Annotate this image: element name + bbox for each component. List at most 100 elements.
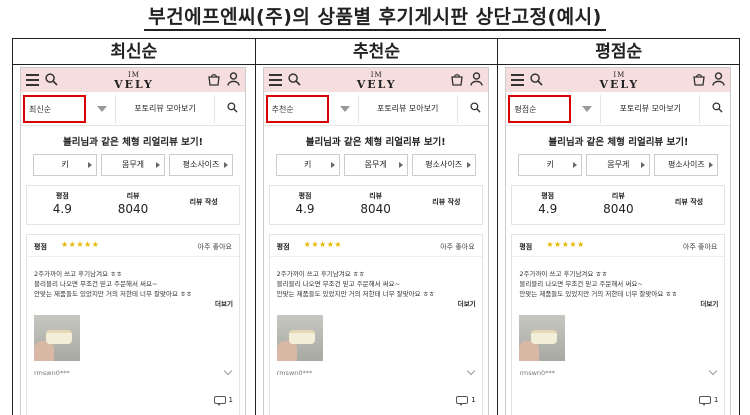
chevron-down-icon[interactable]	[223, 366, 233, 376]
photo-review-button[interactable]: 포토리뷰 모아보기	[115, 95, 215, 123]
write-review-button[interactable]: 리뷰 작성	[411, 186, 482, 224]
comment-count[interactable]: 1	[456, 396, 476, 406]
review-card: 평점 ★★★★★ 아주 좋아요 2주가까이 쓰고 후기남겨요 ㅎㅎ 블리블리 나…	[511, 234, 726, 415]
comparison-table: 최신순 IM VELY 최신순 포토리뷰 모아보기 블리님과 같은 체형 리얼리뷰…	[12, 38, 741, 415]
rating-text: 아주 좋아요	[197, 243, 232, 251]
review-stats: 평점 4.9 리뷰 8040 리뷰 작성	[268, 185, 483, 225]
review-card: 평점 ★★★★★ 아주 좋아요 2주가까이 쓰고 후기남겨요 ㅎㅎ 블리블리 나…	[26, 234, 240, 415]
comment-icon	[456, 396, 469, 406]
chip-weight[interactable]: 몸무게	[586, 154, 651, 176]
search-icon[interactable]	[470, 102, 481, 113]
comment-icon	[698, 396, 711, 406]
review-header: 평점 ★★★★★ 아주 좋아요	[512, 235, 725, 257]
review-count-value: 8040	[117, 202, 149, 216]
filter-bar: 평점순 포토리뷰 모아보기	[506, 92, 731, 126]
search-icon[interactable]	[227, 102, 238, 113]
review-line: 블리블리 나오면 무조건 믿고 주문해서 써요~	[519, 280, 643, 288]
body-filter-chips: 키 몸무게 평소사이즈	[264, 154, 488, 176]
review-stats: 평점 4.9 리뷰 8040 리뷰 작성	[511, 185, 726, 225]
review-photo[interactable]	[519, 315, 566, 361]
chip-usual-size[interactable]: 평소사이즈	[654, 154, 719, 176]
star-rating: ★★★★★	[61, 240, 100, 249]
mobile-screen: IM VELY 추천순 포토리뷰 모아보기 블리님과 같은 체형 리얼리뷰 보기!…	[262, 67, 489, 415]
chip-usual-size[interactable]: 평소사이즈	[169, 154, 233, 176]
user-icon[interactable]	[469, 72, 483, 86]
search-icon[interactable]	[712, 102, 723, 113]
review-count-stat: 리뷰 8040	[340, 186, 411, 224]
column-recommended: 추천순 IM VELY 추천순 포토리뷰 모아보기 블리님과 같은 체형 리얼리뷰…	[255, 39, 499, 415]
chevron-down-icon[interactable]	[709, 366, 718, 376]
review-count-value: 8040	[360, 202, 391, 216]
review-rating-label: 평점	[34, 243, 47, 251]
more-link[interactable]: 더보기	[458, 298, 476, 308]
column-header: 최신순	[13, 39, 255, 65]
top-bar: IM VELY	[506, 68, 731, 92]
rating-stat: 평점 4.9	[270, 186, 341, 224]
photo-review-button[interactable]: 포토리뷰 모아보기	[357, 95, 458, 123]
review-count-value: 8040	[603, 202, 634, 216]
shopping-bag-icon[interactable]	[207, 73, 221, 86]
review-line: 2주가까이 쓰고 후기남겨요 ㅎㅎ	[519, 270, 608, 278]
section-title: 블리님과 같은 체형 리얼리뷰 보기!	[305, 137, 446, 148]
review-line: 2주가까이 쓰고 후기남겨요 ㅎㅎ	[276, 270, 365, 278]
review-line: 안맞는 제품들도 있었지만 거의 저한테 너무 잘맞아요 ㅎㅎ	[34, 290, 192, 298]
comment-count[interactable]: 1	[213, 396, 233, 406]
column-rating: 평점순 IM VELY 평점순 포토리뷰 모아보기 블리님과 같은 체형 리얼리뷰…	[498, 39, 741, 415]
chevron-down-icon[interactable]	[582, 106, 593, 112]
filter-bar: 최신순 포토리뷰 모아보기	[21, 92, 245, 126]
column-latest: 최신순 IM VELY 최신순 포토리뷰 모아보기 블리님과 같은 체형 리얼리뷰…	[13, 39, 256, 415]
comment-number: 1	[471, 396, 476, 404]
sort-select[interactable]: 최신순	[23, 95, 86, 123]
chip-height[interactable]: 키	[518, 154, 583, 176]
body-filter-chips: 키 몸무게 평소사이즈	[21, 154, 245, 176]
chip-height[interactable]: 키	[275, 154, 340, 176]
comment-icon	[213, 396, 226, 406]
page-title-text: 부건에프엔씨(주)의 상품별 후기게시판 상단고정(예시)	[144, 6, 606, 31]
photo-review-button[interactable]: 포토리뷰 모아보기	[600, 95, 701, 123]
more-link[interactable]: 더보기	[215, 298, 233, 308]
section-title: 블리님과 같은 체형 리얼리뷰 보기!	[548, 137, 689, 148]
page-title: 부건에프엔씨(주)의 상품별 후기게시판 상단고정(예시)	[0, 2, 750, 31]
shopping-bag-icon[interactable]	[692, 73, 706, 86]
chip-usual-size[interactable]: 평소사이즈	[411, 154, 476, 176]
mobile-screen: IM VELY 최신순 포토리뷰 모아보기 블리님과 같은 체형 리얼리뷰 보기!…	[20, 67, 246, 415]
review-count-label: 리뷰	[611, 192, 625, 200]
body-filter-chips: 키 몸무게 평소사이즈	[506, 154, 730, 176]
reviewer-id: rmswn0***	[276, 369, 313, 377]
chip-weight[interactable]: 몸무게	[101, 154, 165, 176]
chip-height[interactable]: 키	[33, 154, 97, 176]
write-review-button[interactable]: 리뷰 작성	[654, 186, 725, 224]
comment-count[interactable]: 1	[698, 396, 719, 406]
shopping-bag-icon[interactable]	[450, 73, 464, 86]
sort-select[interactable]: 추천순	[265, 95, 329, 123]
section-title: 블리님과 같은 체형 리얼리뷰 보기!	[63, 137, 203, 148]
more-link[interactable]: 더보기	[700, 298, 718, 308]
user-icon[interactable]	[227, 72, 240, 86]
review-count-label: 리뷰	[126, 192, 140, 200]
rating-label: 평점	[541, 192, 555, 200]
filter-bar: 추천순 포토리뷰 모아보기	[263, 92, 488, 126]
user-icon[interactable]	[712, 72, 726, 86]
sort-select[interactable]: 평점순	[508, 95, 572, 123]
comment-number: 1	[228, 396, 233, 404]
star-rating: ★★★★★	[303, 240, 343, 249]
column-header: 평점순	[498, 39, 740, 65]
rating-text: 아주 좋아요	[440, 243, 475, 251]
review-rating-label: 평점	[519, 243, 533, 251]
chevron-down-icon[interactable]	[97, 106, 107, 112]
review-text: 2주가까이 쓰고 후기남겨요 ㅎㅎ 블리블리 나오면 무조건 믿고 주문해서 써…	[519, 269, 729, 299]
chip-weight[interactable]: 몸무게	[343, 154, 408, 176]
review-text: 2주가까이 쓰고 후기남겨요 ㅎㅎ 블리블리 나오면 무조건 믿고 주문해서 써…	[34, 269, 244, 299]
review-photo[interactable]	[276, 315, 323, 361]
comment-number: 1	[713, 396, 719, 404]
write-review-button[interactable]: 리뷰 작성	[168, 186, 239, 224]
chevron-down-icon[interactable]	[466, 366, 475, 376]
review-count-stat: 리뷰 8040	[583, 186, 654, 224]
review-photo[interactable]	[34, 315, 80, 361]
chevron-down-icon[interactable]	[339, 106, 350, 112]
top-bar: IM VELY	[21, 68, 245, 92]
rating-label: 평점	[298, 192, 312, 200]
review-card: 평점 ★★★★★ 아주 좋아요 2주가까이 쓰고 후기남겨요 ㅎㅎ 블리블리 나…	[268, 234, 483, 415]
rating-stat: 평점 4.9	[512, 186, 583, 224]
rating-value: 4.9	[52, 202, 72, 216]
